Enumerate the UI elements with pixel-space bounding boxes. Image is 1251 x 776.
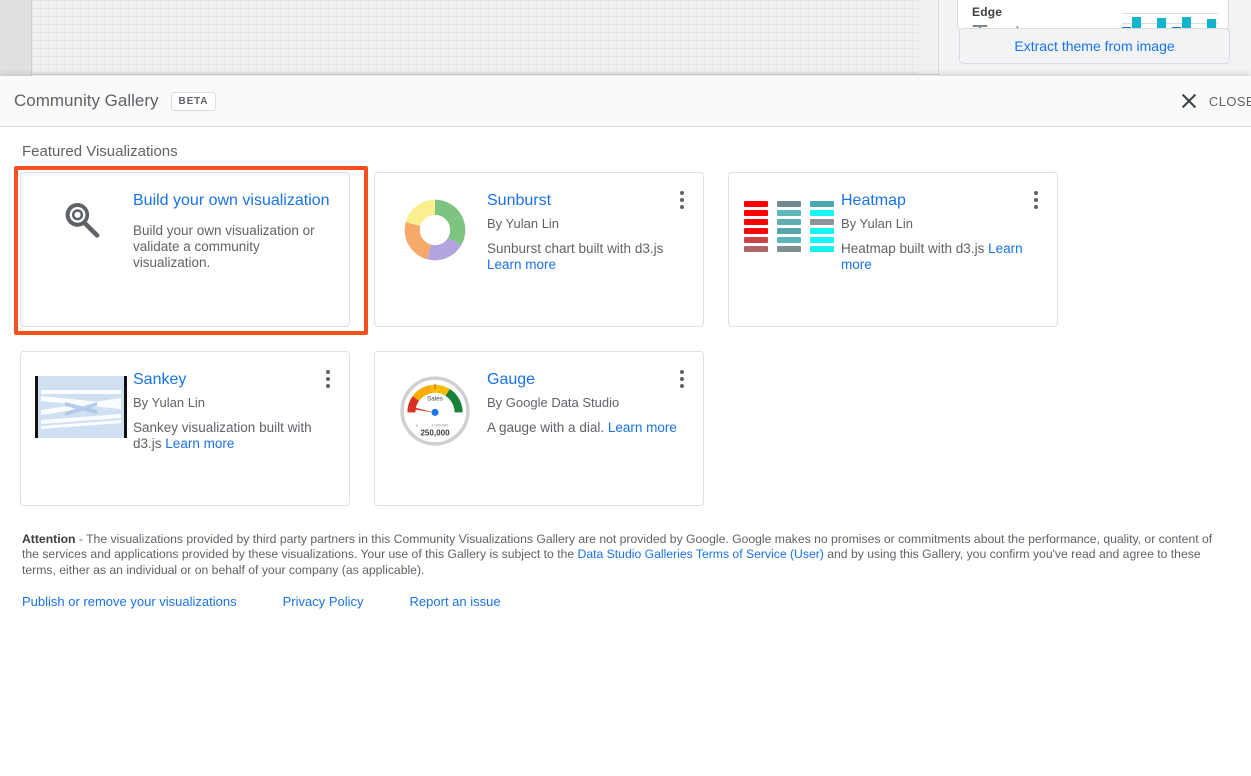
close-button-label: CLOSE	[1209, 94, 1251, 109]
more-vert-icon-dot	[680, 370, 684, 374]
card-title[interactable]: Heatmap	[841, 191, 1039, 211]
more-vert-icon-dot	[680, 205, 684, 209]
card-options-button[interactable]	[673, 189, 691, 211]
card-title[interactable]: Sankey	[133, 370, 331, 390]
terms-of-service-link[interactable]: Data Studio Galleries Terms of Service (…	[578, 547, 824, 561]
card-options-button[interactable]	[673, 368, 691, 390]
card-body: Sunburst By Yulan Lin Sunburst chart bui…	[481, 191, 689, 326]
report-canvas-grid[interactable]	[32, 0, 918, 75]
gauge-value: 250,000	[420, 429, 450, 438]
dialog-body: Featured Visualizations Build your own v…	[0, 127, 1251, 609]
close-button[interactable]: CLOSE	[1179, 91, 1251, 111]
canvas-gutter	[918, 0, 938, 75]
sunburst-chart-icon	[402, 197, 468, 263]
build-thumbnail	[35, 191, 127, 326]
card-author: By Yulan Lin	[841, 216, 1039, 231]
legal-lead: Attention	[22, 532, 75, 546]
more-vert-icon-dot	[680, 191, 684, 195]
card-title[interactable]: Build your own visualization	[133, 191, 331, 211]
card-body: Heatmap By Yulan Lin Heatmap built with …	[835, 191, 1043, 326]
wrench-icon	[58, 197, 104, 243]
close-icon	[1179, 91, 1199, 111]
card-description-text: Sunburst chart built with d3.js	[487, 241, 663, 256]
card-description: A gauge with a dial. Learn more	[487, 420, 685, 436]
dialog-header: Community Gallery BETA CLOSE	[0, 76, 1251, 127]
gauge-metric-label: Sales	[427, 396, 443, 403]
card-author: By Google Data Studio	[487, 395, 685, 410]
card-description: Heatmap built with d3.js Learn more	[841, 241, 1039, 273]
gauge-min-tick: 0	[416, 424, 418, 428]
card-body: Build your own visualization Build your …	[127, 191, 335, 326]
more-vert-icon-dot	[680, 198, 684, 202]
gauge-chart-icon: Sales 0 1,000,000 250,000	[400, 376, 470, 446]
more-vert-icon-dot	[680, 384, 684, 388]
extract-theme-label: Extract theme from image	[1014, 38, 1174, 54]
learn-more-link[interactable]: Learn more	[487, 257, 556, 272]
card-sunburst[interactable]: Sunburst By Yulan Lin Sunburst chart bui…	[374, 172, 704, 327]
card-description: Build your own visualization or validate…	[133, 223, 331, 272]
card-description-text: Heatmap built with d3.js	[841, 241, 984, 256]
more-vert-icon-dot	[1034, 191, 1038, 195]
more-vert-icon-dot	[326, 377, 330, 381]
gauge-max-tick: 1,000,000	[431, 423, 448, 427]
background-app: Edge Text	[0, 0, 1251, 82]
footer-links: Publish or remove your visualizations Pr…	[22, 594, 1231, 609]
card-title[interactable]: Sunburst	[487, 191, 685, 211]
sankey-diagram-icon	[35, 376, 127, 438]
privacy-policy-link[interactable]: Privacy Policy	[283, 594, 364, 609]
beta-badge: BETA	[171, 92, 217, 111]
card-author: By Yulan Lin	[487, 216, 685, 231]
publish-or-remove-link[interactable]: Publish or remove your visualizations	[22, 594, 237, 609]
card-title[interactable]: Gauge	[487, 370, 685, 390]
community-gallery-dialog: Community Gallery BETA CLOSE Featured Vi…	[0, 76, 1251, 776]
gauge-thumbnail: Sales 0 1,000,000 250,000	[389, 370, 481, 505]
card-description: Sunburst chart built with d3.js Learn mo…	[487, 241, 685, 273]
card-heatmap[interactable]: Heatmap By Yulan Lin Heatmap built with …	[728, 172, 1058, 327]
card-gauge[interactable]: Sales 0 1,000,000 250,000 Gauge By Googl…	[374, 351, 704, 506]
sankey-thumbnail	[35, 370, 127, 505]
more-vert-icon-dot	[326, 370, 330, 374]
card-sankey[interactable]: Sankey By Yulan Lin Sankey visualization…	[20, 351, 350, 506]
theme-edge-label: Edge	[972, 5, 1002, 19]
heatmap-chart-icon	[744, 197, 834, 326]
card-build-your-own[interactable]: Build your own visualization Build your …	[20, 172, 350, 327]
card-author: By Yulan Lin	[133, 395, 331, 410]
section-title: Featured Visualizations	[22, 143, 1231, 160]
heatmap-thumbnail	[743, 191, 835, 326]
legal-disclaimer: Attention - The visualizations provided …	[22, 532, 1232, 578]
background-left-rail	[0, 0, 32, 76]
card-description: Sankey visualization built with d3.js Le…	[133, 420, 331, 452]
card-options-button[interactable]	[1027, 189, 1045, 211]
more-vert-icon-dot	[1034, 205, 1038, 209]
page-title: Community Gallery	[14, 91, 159, 111]
card-body: Sankey By Yulan Lin Sankey visualization…	[127, 370, 335, 505]
report-an-issue-link[interactable]: Report an issue	[410, 594, 501, 609]
sunburst-thumbnail	[389, 191, 481, 326]
more-vert-icon-dot	[1034, 198, 1038, 202]
theme-preview-card[interactable]: Edge Text	[957, 0, 1229, 30]
learn-more-link[interactable]: Learn more	[608, 420, 677, 435]
more-vert-icon-dot	[680, 377, 684, 381]
theme-panel: Edge Text	[938, 0, 1251, 82]
visualization-card-grid: Build your own visualization Build your …	[20, 172, 1080, 506]
learn-more-link[interactable]: Learn more	[165, 436, 234, 451]
card-options-button[interactable]	[319, 368, 337, 390]
extract-theme-from-image-button[interactable]: Extract theme from image	[959, 28, 1230, 64]
card-description-text: A gauge with a dial.	[487, 420, 604, 435]
card-body: Gauge By Google Data Studio A gauge with…	[481, 370, 689, 505]
screen: Edge Text	[0, 0, 1251, 776]
more-vert-icon-dot	[326, 384, 330, 388]
